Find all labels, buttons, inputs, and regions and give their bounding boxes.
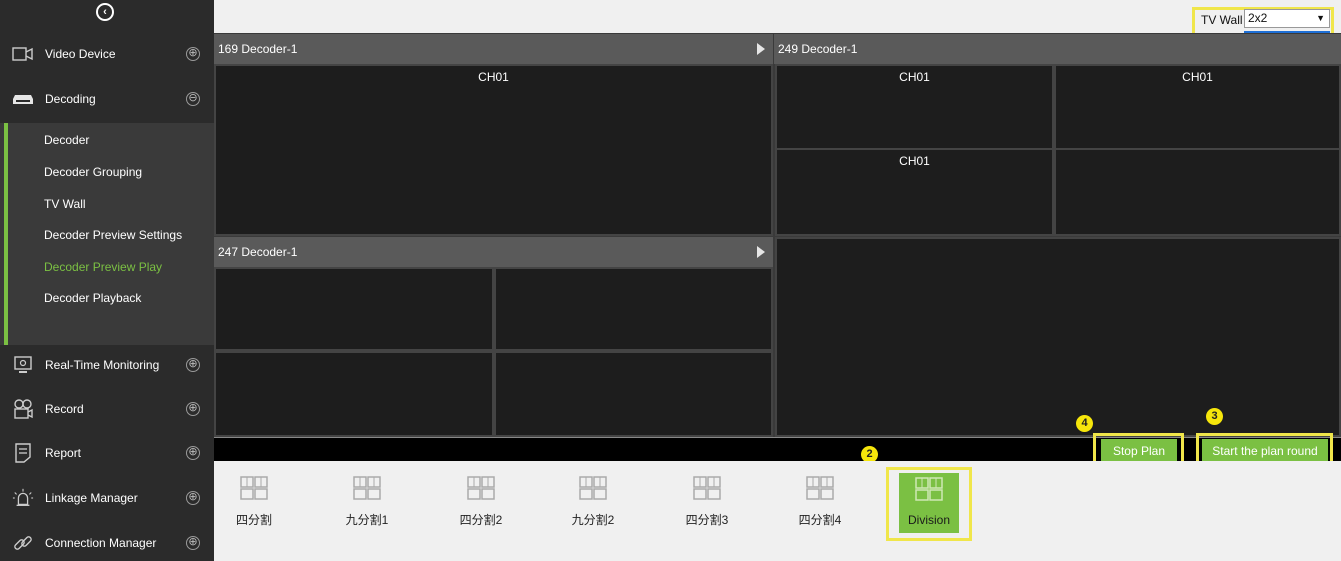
empty-wall-slot[interactable] (775, 237, 1341, 437)
video-pane[interactable]: CH01 (775, 148, 1054, 236)
tvwall-selected-value: 2x2 (1248, 11, 1268, 25)
expand-icon[interactable]: ⊕ (186, 491, 200, 505)
layout-label: Division (907, 513, 950, 527)
nav-real-time-monitoring[interactable]: Real-Time Monitoring ⊕ (0, 343, 214, 387)
nav-connection-manager[interactable]: Connection Manager ⊕ (0, 521, 214, 561)
decoder-title: 249 Decoder-1 (778, 42, 858, 56)
layout-option[interactable]: 四分割 (224, 471, 284, 531)
nav-record[interactable]: Record ⊕ (0, 387, 214, 431)
expand-icon[interactable]: ⊕ (186, 402, 200, 416)
layout-option[interactable]: 四分割2 (451, 471, 511, 531)
channel-label: CH01 (899, 70, 930, 84)
decoder-header[interactable]: 247 Decoder-1 (214, 237, 773, 267)
video-pane[interactable] (494, 267, 773, 351)
video-pane[interactable]: CH01 (775, 64, 1054, 150)
play-icon[interactable] (757, 43, 765, 55)
nav-label: Decoding (45, 92, 96, 106)
layout-grid-icon (467, 476, 495, 500)
layout-option[interactable]: 九分割1 (337, 471, 397, 531)
nav-label: Video Device (45, 47, 116, 61)
layout-label: 九分割1 (345, 513, 389, 527)
record-icon (12, 399, 34, 419)
nav-report[interactable]: Report ⊕ (0, 431, 214, 475)
submenu-item-decoder-preview-play[interactable]: Decoder Preview Play (44, 260, 162, 274)
submenu-item-decoder-grouping[interactable]: Decoder Grouping (44, 165, 142, 179)
decoder-header[interactable]: 249 Decoder-1 (774, 34, 1341, 64)
submenu-accent-bar (4, 123, 8, 345)
video-pane[interactable]: CH01 (1054, 64, 1341, 150)
layout-label: 四分割4 (798, 513, 842, 527)
video-pane[interactable] (214, 351, 494, 437)
collapse-sidebar-icon[interactable]: ‹ (96, 3, 114, 21)
expand-icon[interactable]: ⊕ (186, 358, 200, 372)
submenu-item-decoder-preview-settings[interactable]: Decoder Preview Settings (44, 228, 182, 242)
video-pane[interactable] (494, 351, 773, 437)
play-icon[interactable] (757, 246, 765, 258)
video-pane[interactable] (214, 267, 494, 351)
video-pane[interactable]: CH01 (214, 64, 773, 236)
nav-label: Connection Manager (45, 536, 157, 550)
expand-icon[interactable]: ⊕ (186, 536, 200, 550)
step-badge-4: 4 (1076, 415, 1093, 432)
nav-label: Linkage Manager (45, 491, 138, 505)
expand-icon[interactable]: ⊕ (186, 446, 200, 460)
layout-option[interactable]: 四分割4 (790, 471, 850, 531)
layout-option[interactable]: 四分割3 (677, 471, 737, 531)
submenu-item-decoder[interactable]: Decoder (44, 133, 89, 147)
layout-option-division[interactable]: Division (899, 473, 959, 533)
layout-option[interactable]: 九分割2 (563, 471, 623, 531)
alarm-icon (12, 488, 34, 508)
submenu-item-tv-wall[interactable]: TV Wall (44, 197, 86, 211)
decoder-title: 169 Decoder-1 (218, 42, 298, 56)
layout-grid-icon (240, 476, 268, 500)
tvwall-label: TV Wall (1201, 13, 1243, 27)
channel-label: CH01 (478, 70, 509, 84)
channel-label: CH01 (1182, 70, 1213, 84)
layout-grid-icon (806, 476, 834, 500)
video-pane[interactable] (1054, 148, 1341, 236)
decoder-header[interactable]: 169 Decoder-1 (214, 34, 773, 64)
layout-grid-icon (915, 477, 943, 501)
layout-grid-icon (353, 476, 381, 500)
submenu-item-decoder-playback[interactable]: Decoder Playback (44, 291, 141, 305)
layout-grid-icon (579, 476, 607, 500)
collapse-icon[interactable]: ⊖ (186, 92, 200, 106)
sidebar: ‹ Video Device ⊕ Decoding ⊖ Decoder Deco… (0, 0, 214, 561)
monitor-icon (12, 355, 34, 375)
channel-label: CH01 (899, 154, 930, 168)
step-badge-3: 3 (1206, 408, 1223, 425)
nav-video-device[interactable]: Video Device ⊕ (0, 32, 214, 76)
stop-plan-button[interactable]: Stop Plan (1101, 439, 1177, 463)
layout-label: 九分割2 (571, 513, 615, 527)
nav-label: Record (45, 402, 84, 416)
layout-label: 四分割2 (459, 513, 503, 527)
decoder-device-icon (12, 89, 34, 109)
tvwall-select[interactable]: 2x2 ▼ (1244, 9, 1330, 28)
layout-grid-icon (693, 476, 721, 500)
layout-label: 四分割 (235, 513, 272, 527)
nav-label: Report (45, 446, 82, 460)
layout-label: 四分割3 (685, 513, 729, 527)
expand-icon[interactable]: ⊕ (186, 47, 200, 61)
decoder-title: 247 Decoder-1 (218, 245, 298, 259)
nav-linkage-manager[interactable]: Linkage Manager ⊕ (0, 476, 214, 520)
start-plan-round-button[interactable]: Start the plan round (1202, 439, 1328, 463)
division-highlight-box: Division (886, 467, 972, 541)
link-icon (12, 533, 34, 553)
dropdown-arrow-icon: ▼ (1316, 13, 1325, 23)
nav-decoding[interactable]: Decoding ⊖ (0, 77, 214, 121)
nav-label: Real-Time Monitoring (45, 358, 160, 372)
report-icon (12, 443, 34, 463)
video-device-icon (12, 44, 34, 64)
